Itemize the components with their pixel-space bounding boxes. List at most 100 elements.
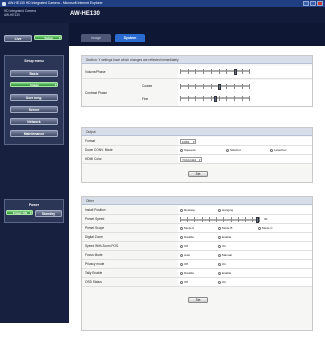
focus-mode-manual[interactable]: Manual [218, 251, 232, 260]
tally-enable-disable[interactable]: Disable [180, 269, 194, 278]
radio-icon [180, 280, 183, 284]
setup-button[interactable]: Setup [34, 35, 62, 41]
preset-scope-mode-b[interactable]: Mode B [218, 224, 232, 233]
format-select[interactable]: 1080i [180, 139, 196, 145]
menu-item-network[interactable]: Network [10, 118, 58, 125]
privacy-mode-value: Off On [178, 260, 312, 268]
tab-system[interactable]: System [115, 34, 145, 42]
osd-status-off[interactable]: Off [180, 278, 188, 287]
focus-mode-value: Auto Manual [178, 251, 312, 259]
install-position-desktop[interactable]: Desktop [180, 206, 195, 215]
radio-icon [218, 235, 221, 239]
speed-with-zoom-row: Speed With Zoom POS. Off On [82, 242, 312, 251]
speed-with-zoom-off[interactable]: Off [180, 242, 188, 251]
hdmi-color-select[interactable]: YCbCr422 [180, 157, 202, 163]
sidebar: Live Setup Setup menu Basic Image User m… [0, 23, 69, 323]
preset-speed-value: 30 [178, 215, 312, 223]
coarse-ticks [180, 84, 250, 89]
menu-item-basic[interactable]: Basic [10, 70, 58, 77]
down-conv-option-letterbox[interactable]: Letterbox [270, 146, 287, 155]
hdmi-color-label: HDMI Color [85, 157, 102, 161]
volume-phase-ticks [180, 69, 250, 74]
osd-status-value: Off On [178, 278, 312, 286]
digital-zoom-disable[interactable]: Disable [180, 233, 194, 242]
radio-icon [218, 244, 221, 248]
coarse-thumb[interactable] [218, 83, 221, 90]
menu-item-maintenance[interactable]: Maintenance [10, 130, 58, 137]
install-position-label: Install Position [85, 208, 106, 212]
menu-item-server[interactable]: Server [10, 106, 58, 113]
hdmi-color-value: YCbCr422 [178, 155, 312, 163]
minimize-button[interactable] [303, 1, 309, 6]
radio-icon [218, 271, 221, 275]
digital-zoom-value: Disable Enable [178, 233, 312, 241]
preset-speed-row: Preset Speed 30 [82, 215, 312, 224]
close-button[interactable] [317, 1, 323, 6]
focus-mode-auto[interactable]: Auto [180, 251, 190, 260]
radio-icon [180, 148, 183, 152]
privacy-mode-on[interactable]: On [218, 260, 226, 269]
window-titlebar: AW-HE130 HD Integrated Camera - Microsof… [0, 0, 325, 7]
volume-phase-value [178, 66, 312, 78]
maximize-button[interactable] [310, 1, 316, 6]
volume-phase-row: Volume/Phase [82, 66, 312, 79]
other-panel-title: Other [82, 197, 312, 205]
radio-icon [180, 262, 183, 266]
model-name: AW-HE130 [70, 11, 100, 17]
other-set-button[interactable]: Set [188, 297, 208, 303]
down-conv-option-sidecut[interactable]: SideCut [226, 146, 241, 155]
setup-menu-title: Setup menu [24, 59, 44, 63]
speed-with-zoom-label: Speed With Zoom POS. [85, 244, 120, 248]
format-value: 1080i [178, 137, 312, 145]
digital-zoom-enable[interactable]: Enable [218, 233, 231, 242]
privacy-mode-row: Privacy mode Off On [82, 260, 312, 269]
menu-item-user-mng[interactable]: User mng. [10, 94, 58, 101]
speed-with-zoom-on[interactable]: On [218, 242, 226, 251]
preset-speed-thumb[interactable] [256, 216, 259, 223]
down-conv-label: Down CONV. Mode [85, 148, 113, 152]
system-panel-title: Section: Y settings have which changes a… [82, 56, 312, 64]
radio-icon [180, 271, 183, 275]
format-label: Format [85, 139, 96, 143]
radio-icon [180, 253, 183, 257]
tab-image[interactable]: Image [81, 34, 111, 42]
output-set-button[interactable]: Set [188, 171, 208, 177]
preset-scope-mode-c[interactable]: Mode C [258, 224, 273, 233]
power-on-button[interactable]: Power ON [6, 210, 33, 216]
tally-enable-enable[interactable]: Enable [218, 269, 231, 278]
preset-scope-mode-a[interactable]: Mode A [180, 224, 194, 233]
digital-zoom-row: Digital Zoom Disable Enable [82, 233, 312, 242]
preset-scope-value: Mode A Mode B Mode C [178, 224, 312, 232]
menu-item-image[interactable]: Image [10, 82, 58, 88]
preset-scope-row: Preset Scope Mode A Mode B Mode C [82, 224, 312, 233]
live-button[interactable]: Live [4, 35, 32, 42]
osd-status-label: OSD Status [85, 280, 102, 284]
down-conv-value: Squeeze SideCut Letterbox [178, 146, 312, 154]
down-conv-option-squeeze[interactable]: Squeeze [180, 146, 196, 155]
install-position-row: Install Position Desktop Hanging [82, 206, 312, 215]
focus-mode-row: Focus Mode Auto Manual [82, 251, 312, 260]
install-position-hanging[interactable]: Hanging [218, 206, 233, 215]
fine-thumb[interactable] [214, 95, 217, 102]
osd-status-on[interactable]: On [218, 278, 226, 287]
other-panel: Other Install Position Desktop Hanging P… [81, 196, 313, 331]
output-panel: Output Format 1080i Down CONV. Mode Sque… [81, 127, 313, 183]
down-conv-row: Down CONV. Mode Squeeze SideCut Letterbo… [82, 146, 312, 155]
system-panel: Section: Y settings have which changes a… [81, 55, 313, 107]
tally-enable-label: Tally Enable [85, 271, 103, 275]
app-header: HD Integrated Camera AW-HE130 AW-HE130 [0, 7, 325, 23]
speed-with-zoom-value: Off On [178, 242, 312, 250]
radio-icon [180, 244, 183, 248]
install-position-value: Desktop Hanging [178, 206, 312, 214]
radio-icon [180, 226, 183, 230]
radio-icon [226, 148, 229, 152]
coarse-label: Coarse [142, 84, 153, 88]
digital-zoom-label: Digital Zoom [85, 235, 103, 239]
output-panel-title: Output [82, 128, 312, 136]
volume-phase-thumb[interactable] [234, 68, 237, 75]
power-title: Power [28, 203, 40, 207]
contrast-phase-row: Contrast Phase Coarse Fine [82, 80, 312, 106]
standby-button[interactable]: Standby [35, 210, 62, 217]
privacy-mode-off[interactable]: Off [180, 260, 188, 269]
radio-icon [218, 262, 221, 266]
